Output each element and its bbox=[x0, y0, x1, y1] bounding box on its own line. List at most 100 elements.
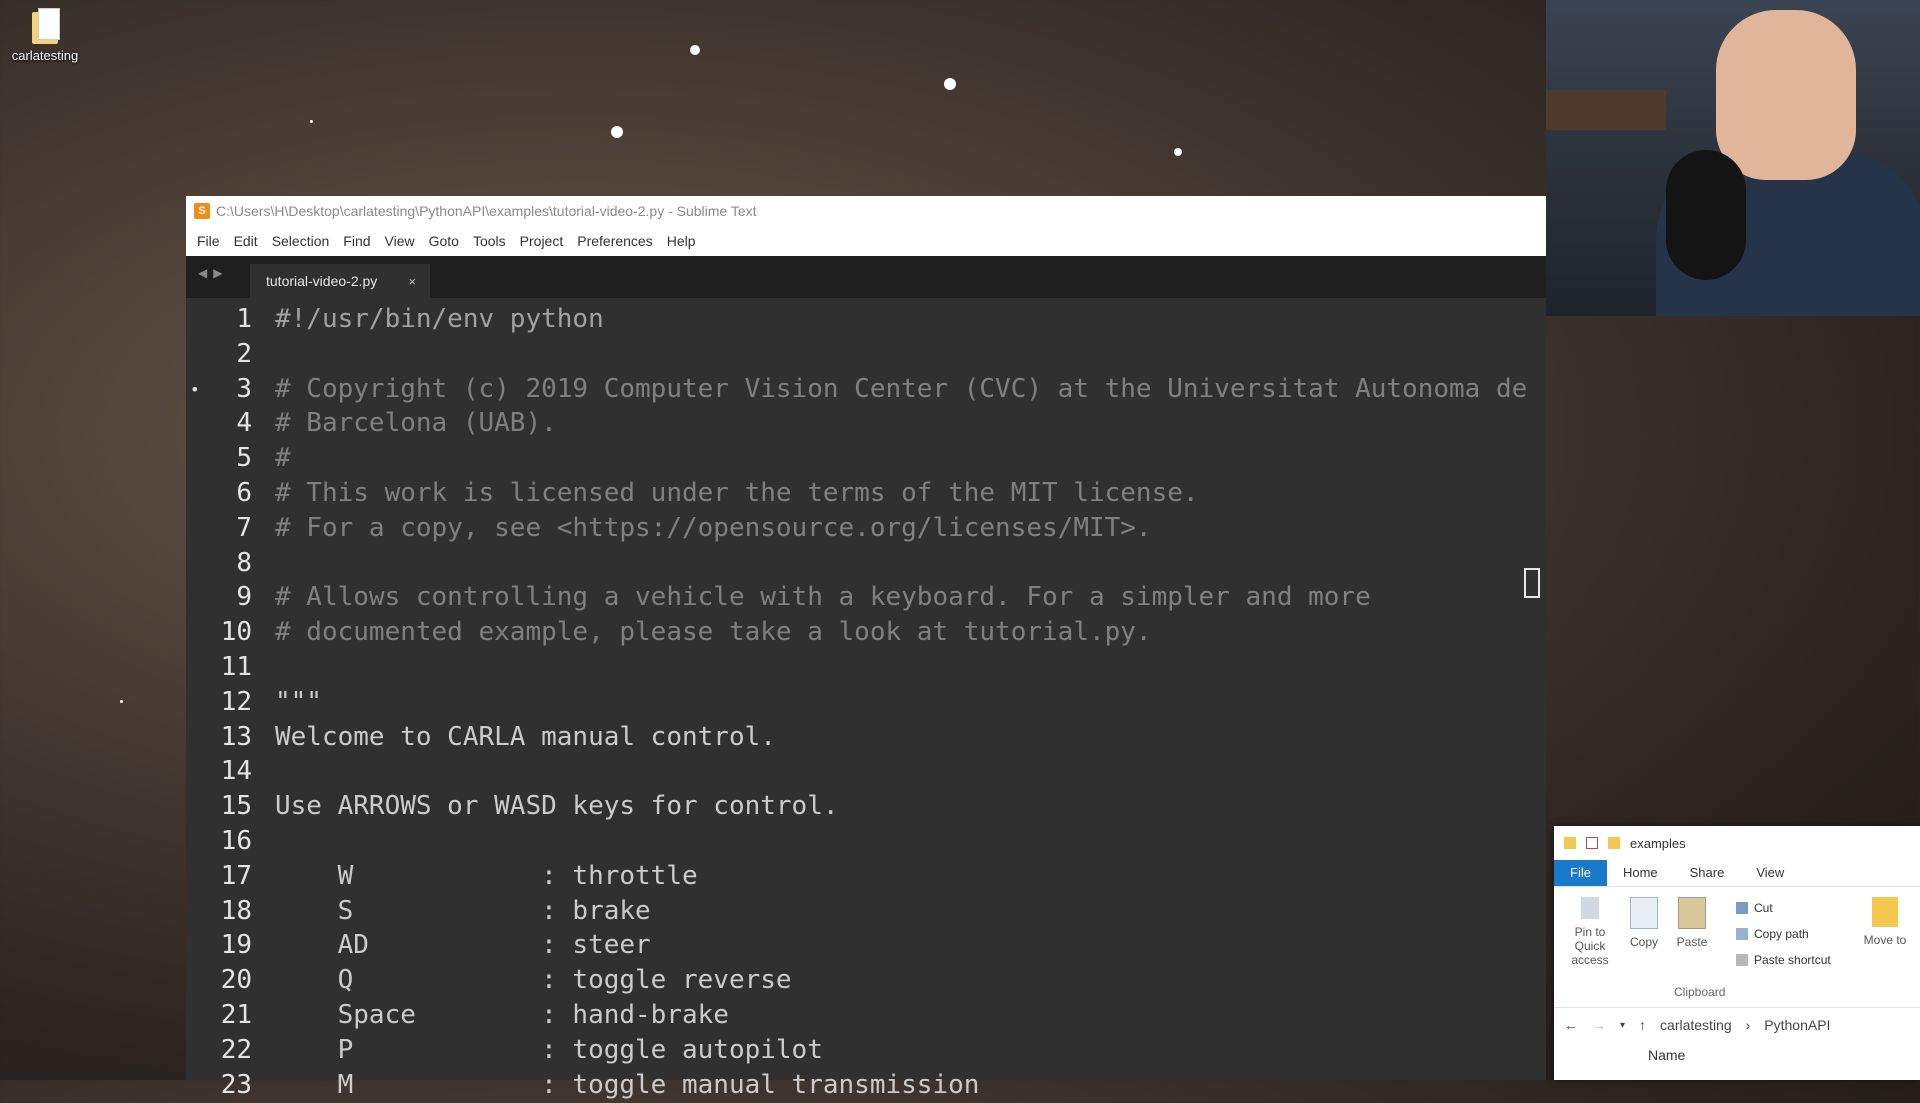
line-number: 10 bbox=[220, 617, 252, 648]
code-text: P : toggle autopilot bbox=[275, 1034, 823, 1065]
code-text: # This work is licensed under the terms … bbox=[275, 478, 1199, 508]
code-line[interactable]: 18 S : brake bbox=[186, 894, 1546, 929]
menu-edit[interactable]: Edit bbox=[227, 233, 265, 249]
code-line[interactable]: 23 M : toggle manual transmission bbox=[186, 1068, 1546, 1103]
line-number: 8 bbox=[236, 547, 252, 578]
copy-button[interactable]: Copy bbox=[1624, 897, 1664, 949]
line-number: 2 bbox=[236, 338, 252, 369]
copy-path-icon bbox=[1736, 928, 1748, 940]
menu-find[interactable]: Find bbox=[336, 233, 377, 249]
code-line[interactable]: 5 # bbox=[186, 441, 1546, 476]
folder-icon bbox=[1564, 837, 1576, 849]
code-text: """ bbox=[275, 686, 322, 717]
code-line[interactable]: 1 #!/usr/bin/env python bbox=[186, 302, 1546, 337]
explorer-title-bar[interactable]: examples bbox=[1554, 826, 1920, 860]
tab-close-icon[interactable]: × bbox=[408, 274, 416, 289]
text-cursor bbox=[1524, 568, 1540, 598]
paste-label: Paste bbox=[1676, 935, 1708, 949]
new-folder-icon[interactable] bbox=[1608, 837, 1620, 849]
menu-tools[interactable]: Tools bbox=[466, 233, 513, 249]
recent-dropdown-icon[interactable]: ▾ bbox=[1620, 1020, 1625, 1031]
code-line[interactable]: 13 Welcome to CARLA manual control. bbox=[186, 720, 1546, 755]
paste-button[interactable]: Paste bbox=[1672, 897, 1712, 949]
code-line[interactable]: 12 """ bbox=[186, 685, 1546, 720]
line-number: 13 bbox=[220, 721, 252, 752]
code-line[interactable]: • 3 # Copyright (c) 2019 Computer Vision C… bbox=[186, 372, 1546, 407]
properties-icon[interactable] bbox=[1586, 837, 1598, 849]
line-number: 7 bbox=[236, 512, 252, 543]
line-number: 23 bbox=[220, 1069, 252, 1100]
cut-button[interactable]: Cut bbox=[1736, 901, 1773, 915]
tab-home[interactable]: Home bbox=[1607, 860, 1674, 886]
copy-path-button[interactable]: Copy path bbox=[1736, 927, 1809, 941]
desktop-folder-carlatesting[interactable]: carlatesting bbox=[4, 8, 86, 63]
line-number: 6 bbox=[236, 478, 252, 508]
line-number: 12 bbox=[220, 686, 252, 717]
menu-bar: File Edit Selection Find View Goto Tools… bbox=[186, 226, 1546, 256]
menu-help[interactable]: Help bbox=[660, 233, 703, 249]
paste-shortcut-button[interactable]: Paste shortcut bbox=[1736, 953, 1831, 967]
code-line[interactable]: 9 # Allows controlling a vehicle with a k… bbox=[186, 580, 1546, 615]
code-line[interactable]: 4 # Barcelona (UAB). bbox=[186, 406, 1546, 441]
line-number: 22 bbox=[220, 1034, 252, 1065]
code-line[interactable]: 14 bbox=[186, 754, 1546, 789]
code-text: # For a copy, see <https://opensource.or… bbox=[275, 512, 1152, 543]
menu-file[interactable]: File bbox=[190, 233, 227, 249]
menu-view[interactable]: View bbox=[378, 233, 422, 249]
code-line[interactable]: 15 Use ARROWS or WASD keys for control. bbox=[186, 789, 1546, 824]
code-line[interactable]: 11 bbox=[186, 650, 1546, 685]
back-arrow-icon[interactable]: ← bbox=[1564, 1017, 1578, 1033]
breadcrumb-pythonapi[interactable]: PythonAPI bbox=[1764, 1017, 1830, 1033]
forward-arrow-icon[interactable]: → bbox=[1592, 1017, 1606, 1033]
explorer-title: examples bbox=[1630, 835, 1686, 851]
paste-shortcut-icon bbox=[1736, 954, 1748, 966]
code-text: # Barcelona (UAB). bbox=[275, 408, 557, 439]
tab-view[interactable]: View bbox=[1740, 860, 1800, 886]
code-line[interactable]: 8 bbox=[186, 546, 1546, 581]
move-to-button[interactable]: Move to bbox=[1860, 897, 1910, 947]
tab-bar: ◀▶ tutorial-video-2.py × bbox=[186, 256, 1546, 298]
microphone-icon bbox=[1666, 150, 1746, 280]
ribbon-home: Pin to Quick access Copy Paste Cut Copy … bbox=[1554, 887, 1920, 1008]
code-line[interactable]: 21 Space : hand-brake bbox=[186, 998, 1546, 1033]
tab-nav-arrows-icon[interactable]: ◀▶ bbox=[198, 266, 228, 280]
title-bar[interactable]: S C:\Users\H\Desktop\carlatesting\Python… bbox=[186, 196, 1546, 226]
copy-icon bbox=[1630, 897, 1658, 929]
code-editor[interactable]: 1 #!/usr/bin/env python 2 • 3 # Copyright (c)… bbox=[186, 298, 1546, 1100]
tab-file[interactable]: File bbox=[1554, 860, 1607, 886]
star bbox=[1174, 148, 1182, 156]
breadcrumb-carlatesting[interactable]: carlatesting bbox=[1660, 1017, 1732, 1033]
code-line[interactable]: 17 W : throttle bbox=[186, 859, 1546, 894]
code-line[interactable]: 6 # This work is licensed under the terms… bbox=[186, 476, 1546, 511]
code-text: # documented example, please take a look… bbox=[275, 617, 1152, 648]
code-text: Space : hand-brake bbox=[275, 1000, 729, 1030]
pin-to-quick-access-button[interactable]: Pin to Quick access bbox=[1560, 897, 1620, 967]
code-line[interactable]: 22 P : toggle autopilot bbox=[186, 1033, 1546, 1068]
menu-selection[interactable]: Selection bbox=[265, 233, 337, 249]
code-line[interactable]: 16 bbox=[186, 824, 1546, 859]
code-line[interactable]: 10 # documented example, please take a lo… bbox=[186, 615, 1546, 650]
paste-shortcut-label: Paste shortcut bbox=[1754, 953, 1831, 967]
sublime-window: S C:\Users\H\Desktop\carlatesting\Python… bbox=[186, 196, 1546, 1100]
code-line[interactable]: 7 # For a copy, see <https://opensource.o… bbox=[186, 511, 1546, 546]
line-number: 1 bbox=[236, 304, 252, 334]
clipboard-group-label: Clipboard bbox=[1674, 985, 1726, 999]
menu-preferences[interactable]: Preferences bbox=[570, 233, 659, 249]
code-line[interactable]: 20 Q : toggle reverse bbox=[186, 963, 1546, 998]
code-text: W : throttle bbox=[275, 860, 698, 891]
file-explorer-window: examples File Home Share View Pin to Qui… bbox=[1554, 826, 1920, 1080]
tab-tutorial-video-2[interactable]: tutorial-video-2.py × bbox=[250, 264, 430, 298]
menu-goto[interactable]: Goto bbox=[422, 233, 466, 249]
star bbox=[944, 78, 956, 90]
code-line[interactable]: 19 AD : steer bbox=[186, 928, 1546, 963]
menu-project[interactable]: Project bbox=[513, 233, 571, 249]
line-number: 11 bbox=[220, 652, 252, 682]
up-arrow-icon[interactable]: ↑ bbox=[1639, 1017, 1646, 1033]
column-header-name[interactable]: Name bbox=[1554, 1042, 1920, 1068]
pin-label: Pin to Quick access bbox=[1571, 925, 1609, 967]
tab-share[interactable]: Share bbox=[1674, 860, 1741, 886]
line-number: 4 bbox=[236, 408, 252, 439]
address-bar[interactable]: ← → ▾ ↑ carlatesting › PythonAPI bbox=[1554, 1008, 1920, 1042]
code-line[interactable]: 2 bbox=[186, 337, 1546, 372]
line-number: 19 bbox=[220, 930, 252, 961]
